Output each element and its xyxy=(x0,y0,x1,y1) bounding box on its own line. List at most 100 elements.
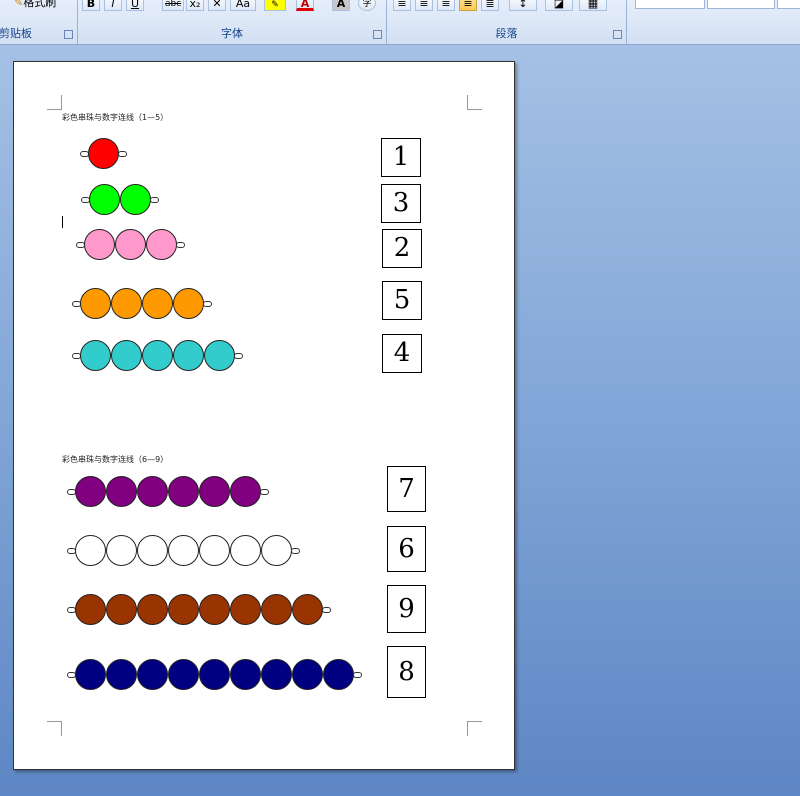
borders-button[interactable]: ▦ xyxy=(579,0,607,11)
character-shading-button[interactable]: A xyxy=(332,0,350,11)
brush-icon: ✎ xyxy=(14,0,24,9)
align-left-icon: ≡ xyxy=(397,0,407,10)
bead xyxy=(230,659,261,690)
bead xyxy=(137,476,168,507)
bead xyxy=(173,288,204,319)
bead xyxy=(142,288,173,319)
clipboard-group: ✎格式刷 剪贴板 xyxy=(0,0,78,44)
paragraph-group: ≡ ≡ ≡ ≡ ≣ ↕ ◪ ▦ 段落 xyxy=(387,0,627,44)
number-box: 9 xyxy=(387,585,426,633)
style-gallery-item[interactable] xyxy=(707,0,775,9)
bead xyxy=(168,659,199,690)
underline-button[interactable]: U xyxy=(126,0,144,11)
bead xyxy=(80,288,111,319)
bead xyxy=(111,288,142,319)
section2-heading: 彩色串珠与数字连线（6—9） xyxy=(62,455,169,464)
string-end xyxy=(118,150,127,157)
bead xyxy=(261,535,292,566)
bead xyxy=(75,476,106,507)
number-box: 5 xyxy=(382,281,422,320)
crop-mark-top-left xyxy=(47,95,62,110)
bead xyxy=(199,476,230,507)
style-gallery-item[interactable] xyxy=(635,0,705,9)
font-dialog-launcher[interactable] xyxy=(373,30,382,39)
bead xyxy=(84,229,115,260)
bead xyxy=(106,535,137,566)
bead xyxy=(111,340,142,371)
bead xyxy=(292,594,323,625)
section1-heading: 彩色串珠与数字连线（1—5） xyxy=(62,113,169,122)
bead xyxy=(261,659,292,690)
string-end xyxy=(322,606,331,613)
string-end xyxy=(234,352,243,359)
font-group: B I U abc x₂ ✕ Aa ✎ A A 字 字体 xyxy=(78,0,387,44)
string-end xyxy=(260,488,269,495)
highlight-button[interactable]: ✎ xyxy=(264,0,286,11)
justify-button[interactable]: ≡ xyxy=(459,0,477,11)
bead xyxy=(75,659,106,690)
clear-formatting-button[interactable]: ✕ xyxy=(208,0,226,11)
shading-button[interactable]: ◪ xyxy=(545,0,573,11)
border-icon: ▦ xyxy=(587,0,599,10)
bead xyxy=(261,594,292,625)
bead xyxy=(137,659,168,690)
bead xyxy=(142,340,173,371)
bead xyxy=(230,594,261,625)
number-box: 2 xyxy=(382,229,422,268)
highlighter-icon: ✎ xyxy=(271,0,279,10)
distributed-icon: ≣ xyxy=(485,0,495,10)
bead xyxy=(230,476,261,507)
number-box: 6 xyxy=(387,526,426,572)
font-color-button[interactable]: A xyxy=(296,0,314,11)
bead xyxy=(88,138,119,169)
format-painter-button[interactable]: ✎格式刷 xyxy=(14,0,56,10)
bead xyxy=(173,340,204,371)
crop-mark-bottom-right xyxy=(467,721,482,736)
string-end xyxy=(291,547,300,554)
bead xyxy=(199,594,230,625)
justify-icon: ≡ xyxy=(463,0,473,10)
align-right-icon: ≡ xyxy=(441,0,451,10)
distributed-button[interactable]: ≣ xyxy=(481,0,499,11)
bead xyxy=(146,229,177,260)
bead xyxy=(115,229,146,260)
string-end xyxy=(353,671,362,678)
paint-bucket-icon: ◪ xyxy=(553,0,565,10)
enclose-characters-button[interactable]: 字 xyxy=(358,0,376,11)
align-center-button[interactable]: ≡ xyxy=(415,0,433,11)
bead xyxy=(137,594,168,625)
bead xyxy=(199,535,230,566)
crop-mark-top-right xyxy=(467,95,482,110)
bead xyxy=(137,535,168,566)
number-box: 1 xyxy=(381,138,421,177)
string-end xyxy=(176,241,185,248)
bead xyxy=(106,476,137,507)
bead xyxy=(230,535,261,566)
align-left-button[interactable]: ≡ xyxy=(393,0,411,11)
font-group-label: 字体 xyxy=(221,27,243,40)
bold-button[interactable]: B xyxy=(82,0,100,11)
bead xyxy=(106,594,137,625)
bead xyxy=(75,535,106,566)
strikethrough-button[interactable]: abc xyxy=(162,0,185,11)
bead xyxy=(89,184,120,215)
crop-mark-bottom-left xyxy=(47,721,62,736)
styles-group xyxy=(627,0,800,44)
align-right-button[interactable]: ≡ xyxy=(437,0,455,11)
number-box: 8 xyxy=(387,646,426,698)
number-box: 3 xyxy=(381,184,421,223)
line-spacing-button[interactable]: ↕ xyxy=(509,0,537,11)
bead xyxy=(168,476,199,507)
paragraph-dialog-launcher[interactable] xyxy=(613,30,622,39)
document-page[interactable]: 彩色串珠与数字连线（1—5） 1 3 2 5 4 彩色串珠与数字连线（6—9） 7 6 9 8 xyxy=(13,61,515,770)
string-end xyxy=(203,300,212,307)
change-case-button[interactable]: Aa xyxy=(230,0,256,11)
bead xyxy=(75,594,106,625)
bead xyxy=(106,659,137,690)
bead xyxy=(292,659,323,690)
clipboard-dialog-launcher[interactable] xyxy=(64,30,73,39)
italic-button[interactable]: I xyxy=(104,0,122,11)
subscript-button[interactable]: x₂ xyxy=(186,0,204,11)
style-gallery-item[interactable] xyxy=(777,0,800,9)
bead xyxy=(168,594,199,625)
